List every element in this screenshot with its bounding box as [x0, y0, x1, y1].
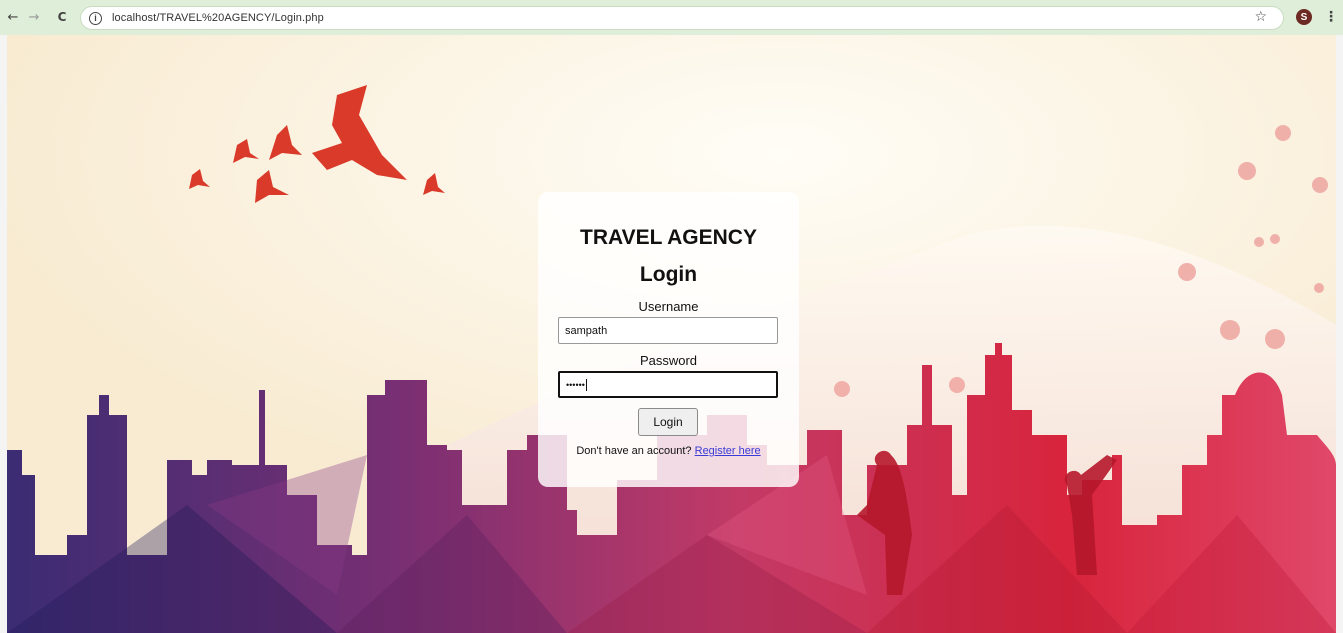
- browser-menu-icon[interactable]: ⋮: [1324, 9, 1338, 25]
- username-value: sampath: [565, 324, 608, 337]
- site-info-icon[interactable]: i: [89, 11, 102, 25]
- register-prompt: Don't have an account? Register here: [538, 445, 799, 457]
- password-value: ••••••: [566, 379, 585, 390]
- username-input[interactable]: sampath: [558, 317, 778, 344]
- password-label: Password: [639, 353, 698, 368]
- password-input[interactable]: ••••••: [558, 371, 778, 398]
- back-icon[interactable]: ←: [4, 8, 22, 26]
- text-caret: [585, 378, 587, 391]
- url-text[interactable]: localhost/TRAVEL%20AGENCY/Login.php: [112, 12, 324, 24]
- browser-toolbar: ← → C i localhost/TRAVEL%20AGENCY/Login.…: [0, 0, 1343, 35]
- register-link[interactable]: Register here: [695, 445, 761, 457]
- forward-icon[interactable]: →: [25, 8, 43, 26]
- login-card: TRAVEL AGENCY Login Username sampath Pas…: [538, 192, 799, 487]
- username-label: Username: [638, 299, 699, 314]
- page-viewport: TRAVEL AGENCY Login Username sampath Pas…: [7, 35, 1336, 633]
- address-bar[interactable]: i localhost/TRAVEL%20AGENCY/Login.php ☆: [80, 6, 1284, 30]
- brand-title: TRAVEL AGENCY: [580, 226, 757, 249]
- login-button[interactable]: Login: [638, 408, 698, 436]
- profile-avatar[interactable]: S: [1296, 9, 1312, 25]
- bookmark-star-icon[interactable]: ☆: [1254, 9, 1267, 25]
- reload-icon[interactable]: C: [53, 8, 71, 26]
- register-prompt-text: Don't have an account?: [576, 445, 692, 457]
- page-title: Login: [639, 263, 698, 286]
